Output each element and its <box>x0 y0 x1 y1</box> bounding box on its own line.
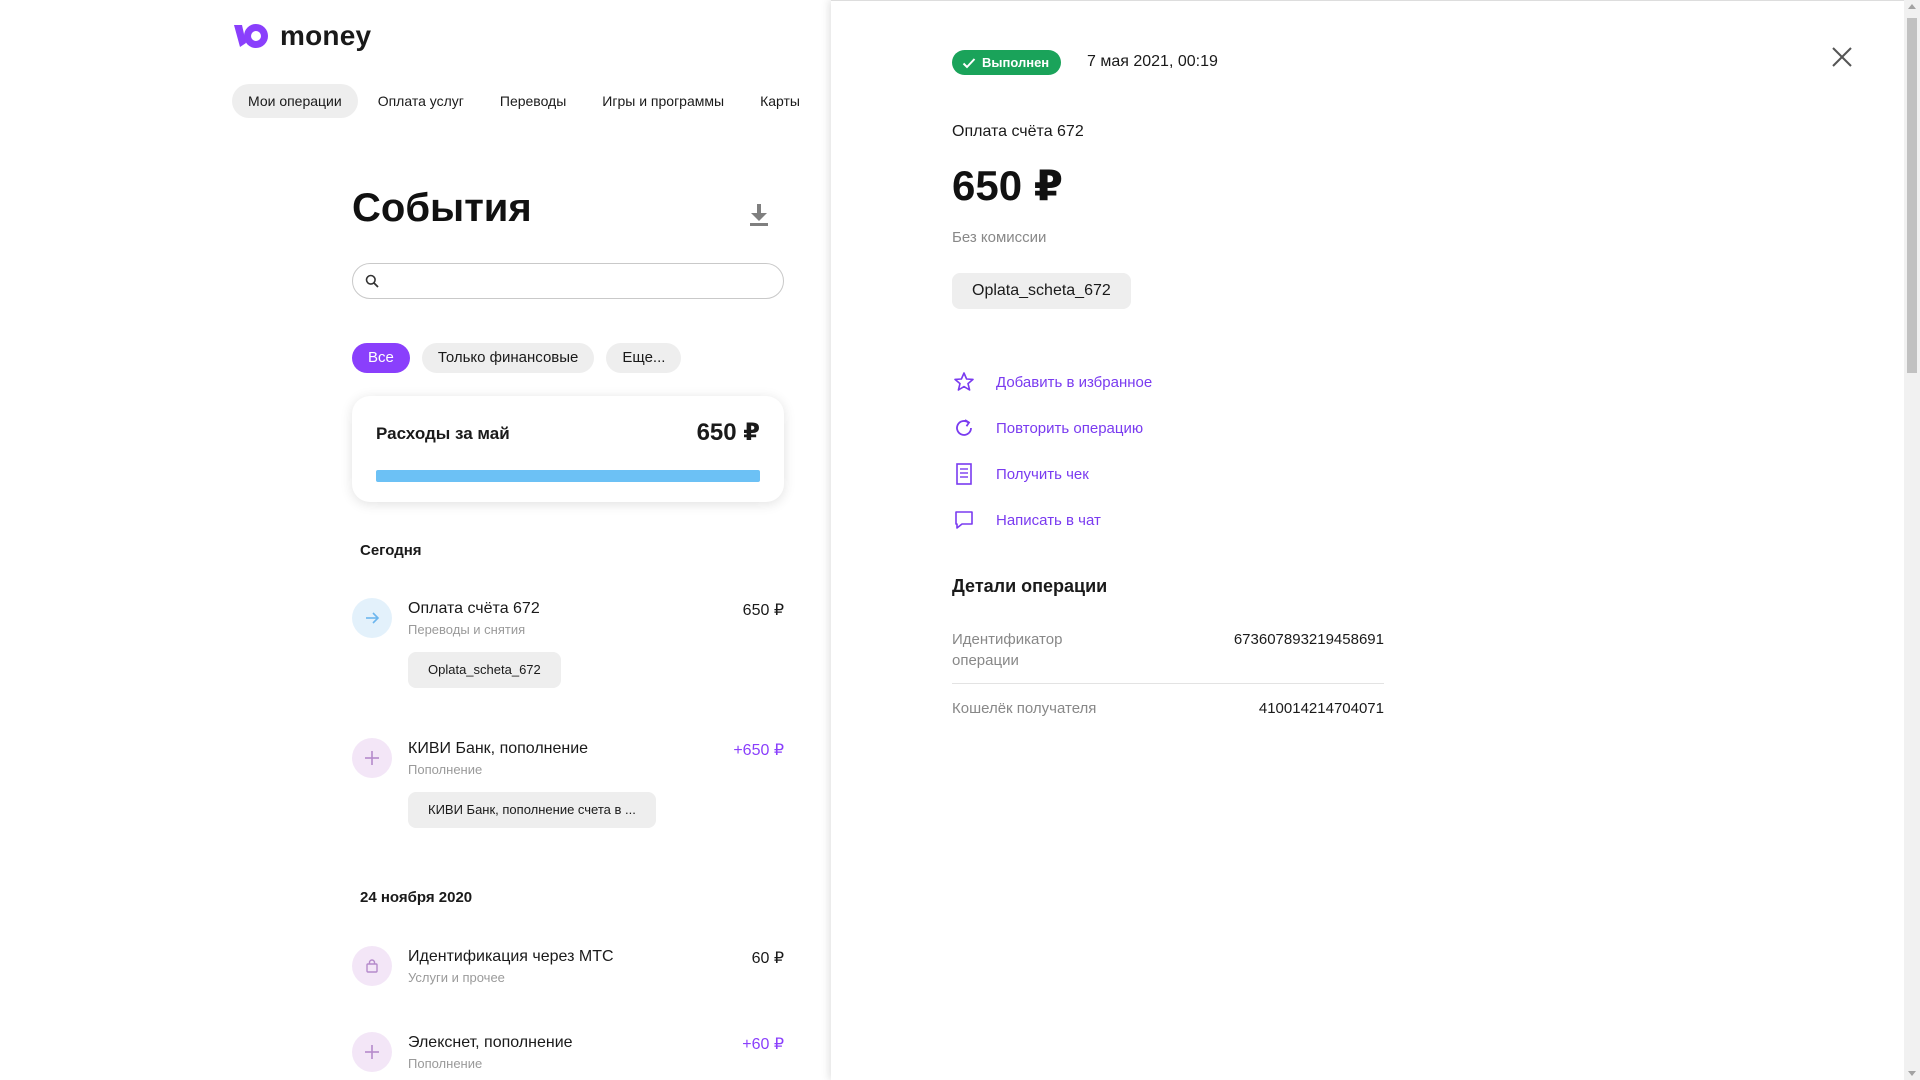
operation-fee: Без комиссии <box>952 229 1047 246</box>
operation-item[interactable]: КИВИ Банк, пополнение Пополнение +650 ₽ … <box>352 738 784 838</box>
search-icon <box>365 274 379 288</box>
nav-item-my-operations[interactable]: Мои операции <box>232 84 358 118</box>
operation-tag[interactable]: Oplata_scheta_672 <box>408 652 561 688</box>
page-title: События <box>352 186 532 230</box>
section-date: 24 ноября 2020 <box>360 889 473 906</box>
check-icon <box>962 57 976 68</box>
star-icon <box>952 370 976 394</box>
operation-tag[interactable]: Oplata_scheta_672 <box>952 273 1131 309</box>
filter-more[interactable]: Еще... <box>606 343 682 373</box>
events-pane: money Мои операции Оплата услуг Переводы… <box>0 0 831 1080</box>
nav-item-games[interactable]: Игры и программы <box>586 84 740 118</box>
status-label: Выполнен <box>982 55 1050 70</box>
plus-icon <box>352 1032 392 1072</box>
search-box[interactable] <box>352 263 784 299</box>
scroll-up-arrow-icon[interactable] <box>1908 4 1916 9</box>
operation-item[interactable]: Оплата счёта 672 Переводы и снятия 650 ₽… <box>352 598 784 698</box>
chat-button[interactable]: Написать в чат <box>952 497 1152 543</box>
operation-category: Переводы и снятия <box>408 622 526 637</box>
top-nav: Мои операции Оплата услуг Переводы Игры … <box>232 84 831 118</box>
operation-amount: 650 ₽ <box>742 602 784 619</box>
logo-text: money <box>280 20 372 51</box>
close-icon[interactable] <box>1830 45 1854 69</box>
operation-title: Элекснет, пополнение <box>408 1034 573 1051</box>
yoomoney-logo-icon <box>234 24 268 48</box>
monthly-spend-card[interactable]: Расходы за май 650 ₽ <box>352 396 784 502</box>
operation-actions: Добавить в избранное Повторить операцию … <box>952 359 1152 543</box>
plus-icon <box>352 738 392 778</box>
operation-amount: 60 ₽ <box>751 950 784 967</box>
action-label: Добавить в избранное <box>996 373 1153 391</box>
scroll-down-arrow-icon[interactable] <box>1908 1071 1916 1076</box>
section-date: Сегодня <box>360 542 422 559</box>
search-input[interactable] <box>387 273 767 289</box>
scrollbar-thumb[interactable] <box>1907 18 1917 373</box>
operation-tag[interactable]: КИВИ Банк, пополнение счета в ... <box>408 792 656 828</box>
operation-detail-panel: Выполнен 7 мая 2021, 00:19 Оплата счёта … <box>831 0 1904 1080</box>
spend-progress-fill <box>376 470 760 482</box>
status-badge: Выполнен <box>952 50 1062 75</box>
chat-icon <box>952 508 976 532</box>
operation-datetime: 7 мая 2021, 00:19 <box>1087 53 1218 70</box>
download-icon[interactable] <box>747 202 771 228</box>
detail-value: 410014214704071 <box>1258 700 1384 717</box>
operation-item[interactable]: Элекснет, пополнение Пополнение +60 ₽ <box>352 1032 784 1076</box>
operation-title: КИВИ Банк, пополнение <box>408 740 589 757</box>
operation-amount: +650 ₽ <box>733 742 784 759</box>
operation-category: Услуги и прочее <box>408 970 505 985</box>
summary-title: Расходы за май <box>376 424 510 443</box>
detail-key: Идентификатор операции <box>952 631 1063 669</box>
nav-item-pay-services[interactable]: Оплата услуг <box>362 84 480 118</box>
detail-row: Кошелёк получателя 410014214704071 <box>952 683 1384 731</box>
detail-key: Кошелёк получателя <box>952 700 1097 717</box>
summary-amount: 650 ₽ <box>696 419 760 446</box>
nav-item-cards[interactable]: Карты <box>744 84 816 118</box>
repeat-icon <box>952 416 976 440</box>
action-label: Получить чек <box>996 465 1089 483</box>
receipt-icon <box>952 462 976 486</box>
bag-icon <box>352 946 392 986</box>
details-title: Детали операции <box>952 576 1108 596</box>
filter-all[interactable]: Все <box>352 343 410 373</box>
get-receipt-button[interactable]: Получить чек <box>952 451 1152 497</box>
operation-amount: 650 ₽ <box>952 162 1063 209</box>
operation-title: Оплата счёта 672 <box>952 123 1084 140</box>
action-label: Написать в чат <box>996 511 1101 529</box>
logo[interactable]: money <box>232 20 371 52</box>
filter-chips: Все Только финансовые Еще... <box>352 343 682 373</box>
detail-row: Идентификатор операции 67360789321945869… <box>952 629 1384 683</box>
action-label: Повторить операцию <box>996 419 1144 437</box>
operation-item[interactable]: Идентификация через МТС Услуги и прочее … <box>352 946 784 990</box>
scrollbar[interactable] <box>1904 0 1920 1080</box>
details-table: Идентификатор операции 67360789321945869… <box>952 629 1384 731</box>
add-to-favorites-button[interactable]: Добавить в избранное <box>952 359 1152 405</box>
operation-category: Пополнение <box>408 1056 483 1071</box>
operation-title: Идентификация через МТС <box>408 948 614 965</box>
repeat-operation-button[interactable]: Повторить операцию <box>952 405 1152 451</box>
nav-item-transfers[interactable]: Переводы <box>484 84 582 118</box>
operation-category: Пополнение <box>408 762 483 777</box>
arrow-right-icon <box>352 598 392 638</box>
spend-progress-bar <box>376 470 760 482</box>
operation-amount: +60 ₽ <box>742 1036 784 1053</box>
filter-financial-only[interactable]: Только финансовые <box>421 343 595 373</box>
operation-title: Оплата счёта 672 <box>408 600 540 617</box>
nav-item-more[interactable]: Су <box>820 84 831 118</box>
detail-value: 673607893219458691 <box>1233 631 1384 648</box>
